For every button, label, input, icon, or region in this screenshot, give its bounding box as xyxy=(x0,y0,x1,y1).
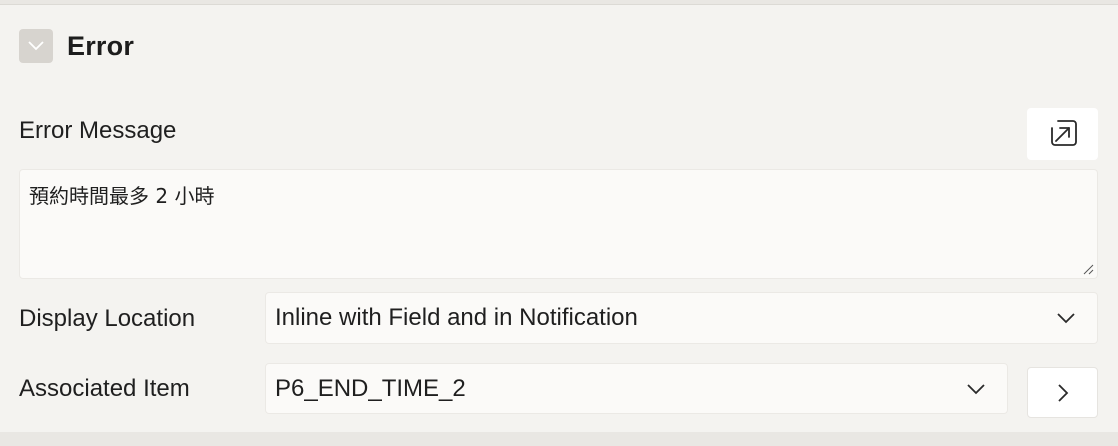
display-location-value: Inline with Field and in Notification xyxy=(275,304,638,331)
go-to-item-button[interactable] xyxy=(1027,367,1098,418)
expand-editor-button[interactable] xyxy=(1027,108,1098,160)
display-location-select[interactable]: Inline with Field and in Notification xyxy=(265,292,1098,344)
error-message-textarea[interactable]: 預約時間最多 2 小時 xyxy=(19,169,1098,279)
associated-item-select[interactable]: P6_END_TIME_2 xyxy=(265,363,1008,414)
error-message-text: 預約時間最多 2 小時 xyxy=(29,184,215,208)
collapse-toggle-button[interactable] xyxy=(19,29,53,63)
chevron-down-icon xyxy=(967,383,985,394)
associated-item-label: Associated Item xyxy=(19,375,190,402)
chevron-down-icon xyxy=(28,41,44,51)
section-header: Error xyxy=(19,28,134,64)
error-section-panel: Error Error Message 預約時間最多 2 小時 Display … xyxy=(0,4,1118,432)
section-title: Error xyxy=(67,30,135,61)
error-message-label: Error Message xyxy=(19,117,177,144)
display-location-label: Display Location xyxy=(19,305,196,332)
chevron-right-icon xyxy=(1057,383,1068,402)
resize-grip-icon[interactable] xyxy=(1082,263,1094,275)
associated-item-value: P6_END_TIME_2 xyxy=(275,374,466,402)
expand-arrow-icon xyxy=(1050,120,1077,146)
chevron-down-icon xyxy=(1057,313,1075,324)
